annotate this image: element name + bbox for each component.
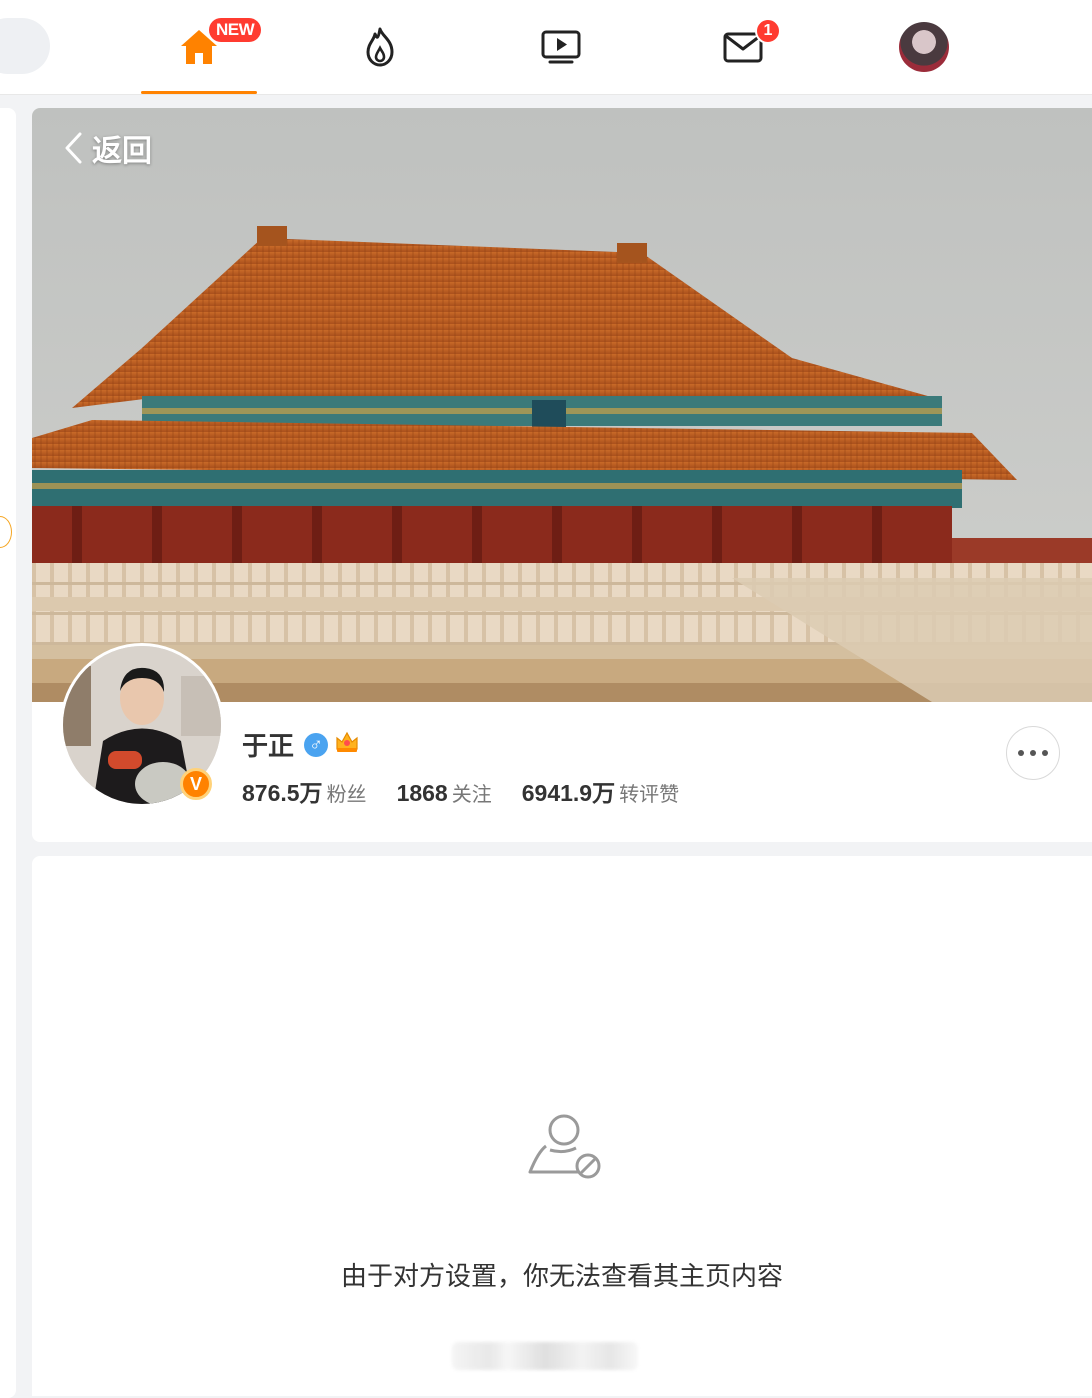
- nav-hot[interactable]: [322, 0, 438, 94]
- user-name: 于正: [242, 731, 295, 761]
- dot-icon: [1018, 750, 1024, 756]
- new-badge: NEW: [209, 18, 262, 42]
- chevron-left-icon: [65, 132, 82, 164]
- blurred-footer: [452, 1342, 638, 1370]
- cover-image: 返回: [32, 108, 1092, 702]
- left-sidebar-edge: [0, 108, 16, 1398]
- crown-icon[interactable]: [334, 730, 360, 759]
- stats-row: 876.5万 粉丝 1868 关注 6941.9万 转评赞: [242, 774, 709, 808]
- user-avatar: [899, 22, 949, 72]
- search-box[interactable]: [0, 18, 50, 74]
- user-blocked-icon: [526, 1110, 604, 1189]
- dot-icon: [1030, 750, 1036, 756]
- stat-label: 转评赞: [619, 784, 680, 806]
- verified-badge-icon: V: [180, 768, 212, 800]
- stat-followers[interactable]: 876.5万 粉丝: [242, 774, 367, 808]
- back-button[interactable]: 返回: [62, 126, 152, 170]
- profile-content-card: 由于对方设置，你无法查看其主页内容: [32, 856, 1092, 1396]
- stat-following[interactable]: 1868 关注: [397, 778, 492, 807]
- nav-profile[interactable]: [866, 0, 982, 94]
- unread-badge: 1: [755, 18, 781, 44]
- flame-icon: [366, 27, 394, 67]
- dot-icon: [1042, 750, 1048, 756]
- stat-value: 1868: [396, 780, 448, 806]
- more-options-button[interactable]: [1006, 726, 1060, 780]
- male-icon: ♂: [304, 732, 329, 757]
- top-navigation-bar: NEW 1: [0, 0, 1092, 95]
- profile-header-card: 返回 V 于正 ♂ 876.5万 粉丝 1868 关注 6941.9万 转评赞: [32, 108, 1092, 842]
- nav-video[interactable]: [503, 0, 619, 94]
- name-row: 于正 ♂: [242, 726, 360, 763]
- stat-value: 876.5万: [242, 780, 323, 806]
- back-label: 返回: [92, 135, 152, 168]
- nav-home[interactable]: NEW: [141, 0, 262, 94]
- stat-label: 关注: [451, 784, 492, 806]
- stat-reposts-comments-likes: 6941.9万 转评赞: [522, 774, 679, 808]
- stat-value: 6941.9万: [521, 780, 616, 806]
- stat-label: 粉丝: [326, 784, 367, 806]
- empty-state-message: 由于对方设置，你无法查看其主页内容: [340, 1261, 783, 1291]
- nav-messages[interactable]: 1: [685, 0, 801, 94]
- video-icon: [541, 30, 581, 64]
